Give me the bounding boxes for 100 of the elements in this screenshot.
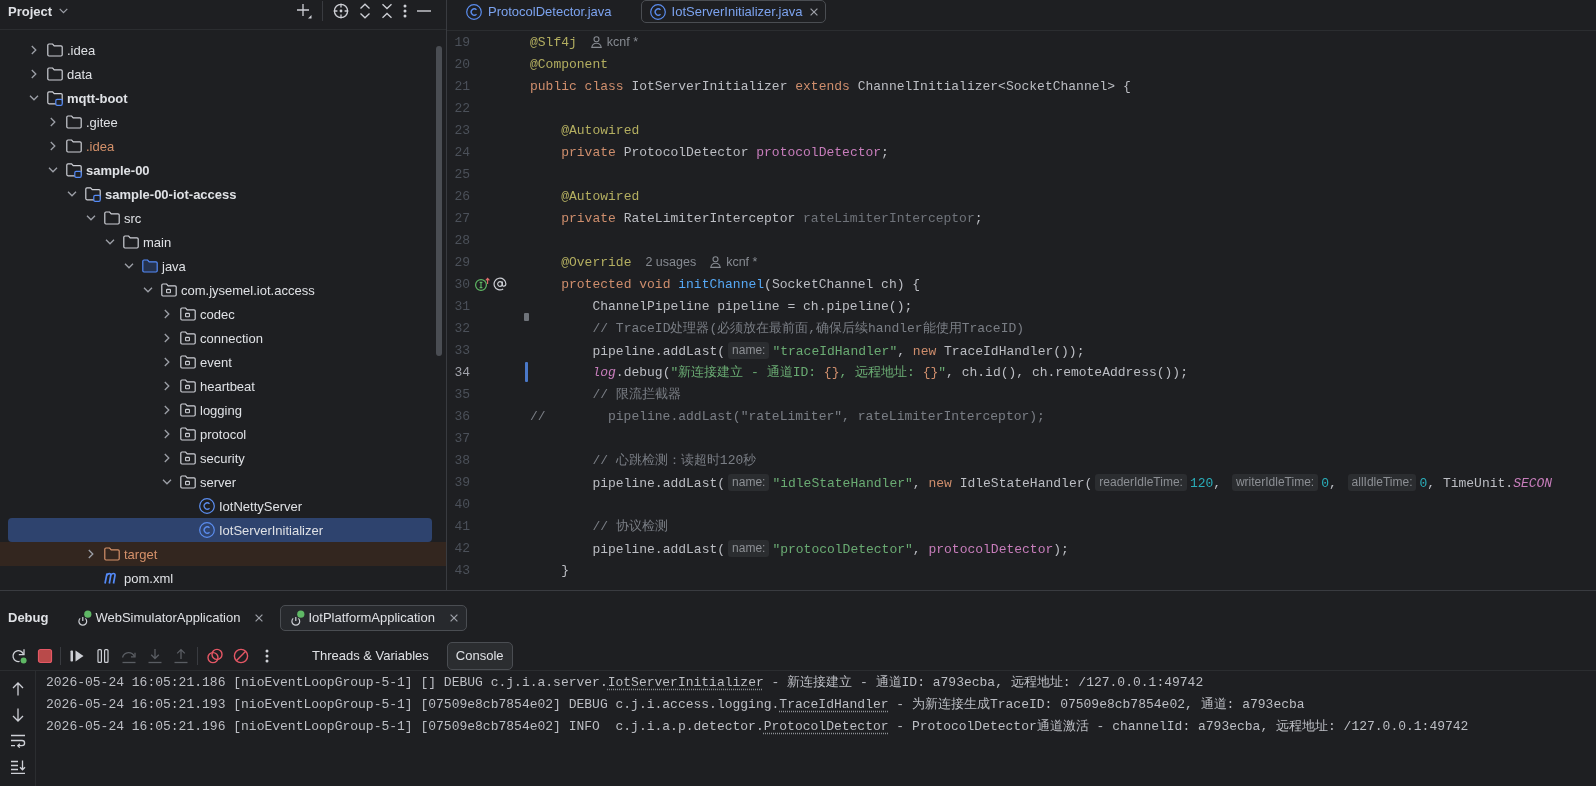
pause-icon[interactable] [95, 647, 111, 664]
close-icon[interactable] [449, 613, 458, 622]
chevron-down-icon[interactable] [105, 239, 115, 245]
chevron-right-icon[interactable] [164, 357, 170, 367]
chevron-down-icon[interactable] [86, 215, 96, 221]
console-line: 2026-05-24 16:05:21.196 [nioEventLoopGroup-5-1] [07509e8cb7854e02] INFO c.j.i.a.p.detector.ProtocolDetector - ProtocolDetector通道激活 - channelId: a793ecba, 远程地址: /127.0.0.1:49742 [46, 718, 1469, 736]
chevron-right-icon[interactable] [164, 429, 170, 439]
class-icon [466, 3, 482, 20]
chevron-down-icon[interactable] [48, 167, 58, 173]
chevron-right-icon[interactable] [31, 69, 37, 79]
folder-icon [66, 139, 82, 153]
author-hint[interactable]: kcnf * [606, 35, 639, 49]
tree-item[interactable]: security [0, 446, 446, 470]
add-icon[interactable] [296, 3, 312, 19]
view-tab[interactable]: Threads & Variables [303, 641, 438, 670]
chevron-right-icon[interactable] [164, 405, 170, 415]
code-line: pipeline.addLast( name: "protocolDetector", protocolDetector); [592, 539, 1069, 557]
chevron-right-icon[interactable] [31, 45, 37, 55]
folder-icon [47, 67, 63, 81]
chevron-down-icon[interactable] [29, 95, 39, 101]
person-icon [710, 256, 722, 268]
tree-item[interactable]: .gitee [0, 110, 446, 134]
implements-marker-icon[interactable] [475, 277, 490, 291]
class-link[interactable]: IotServerInitializer [607, 675, 764, 690]
code-line: @Slf4j [530, 34, 577, 50]
chevron-right-icon[interactable] [164, 309, 170, 319]
chevron-down-icon[interactable] [143, 287, 153, 293]
tree-item[interactable]: pom.xml [0, 566, 446, 590]
tree-item[interactable]: .idea [0, 134, 446, 158]
close-icon[interactable] [255, 613, 264, 622]
tree-item[interactable]: event [0, 350, 446, 374]
run-config-icon [289, 609, 306, 626]
tree-item[interactable]: data [0, 62, 446, 86]
editor-tab[interactable]: ProtocolDetector.java [457, 0, 621, 23]
tree-item[interactable]: sample-00-iot-access [0, 182, 446, 206]
at-sign-icon[interactable] [493, 277, 507, 291]
tree-item[interactable]: codec [0, 302, 446, 326]
project-view-dropdown[interactable]: Project [8, 2, 69, 20]
code-line: // pipeline.addLast("rateLimiter", rateLimiterInterceptor); [530, 408, 1045, 424]
tree-item[interactable]: IotNettyServer [0, 494, 446, 518]
view-tab[interactable]: Console [446, 641, 513, 670]
class-link[interactable]: ProtocolDetector [763, 719, 889, 734]
class-link[interactable]: TraceIdHandler [779, 697, 889, 712]
class-icon [649, 3, 666, 20]
person-icon [590, 36, 602, 48]
more-icon[interactable] [403, 4, 407, 18]
chevron-down-icon[interactable] [162, 479, 172, 485]
arrow-up-icon[interactable] [11, 682, 24, 696]
chevron-right-icon[interactable] [164, 333, 170, 343]
author-hint[interactable]: kcnf * [726, 255, 758, 269]
console-line: 2026-05-24 16:05:21.193 [nioEventLoopGroup-5-1] [07509e8cb7854e02] DEBUG c.j.i.access.logging.TraceIdHandler - 为新连接生成TraceID: 07509e8cb7854e02, 通道: a793ecba [46, 696, 1305, 714]
chevron-down-icon [59, 8, 69, 14]
expand-all-icon[interactable] [359, 3, 371, 19]
usages-hint[interactable]: 2 usages [645, 255, 697, 269]
more-icon[interactable] [265, 648, 269, 663]
chevron-right-icon[interactable] [50, 117, 56, 127]
chevron-right-icon[interactable] [50, 141, 56, 151]
tree-item[interactable]: .idea [0, 38, 446, 62]
chevron-down-icon[interactable] [124, 263, 134, 269]
collapse-all-icon[interactable] [381, 3, 393, 19]
tree-item[interactable]: src [0, 206, 446, 230]
tree-item[interactable]: java [0, 254, 446, 278]
deleted-lines-marker[interactable] [523, 313, 529, 321]
tree-item[interactable]: main [0, 230, 446, 254]
code-line: } [561, 562, 570, 578]
tree-item[interactable]: logging [0, 398, 446, 422]
code-line: // TraceID处理器(必须放在最前面,确保后续handler能使用TraceID) [592, 320, 1025, 337]
tree-item[interactable]: connection [0, 326, 446, 350]
code-line: @Override [561, 254, 632, 270]
scrollbar-thumb[interactable] [436, 46, 442, 356]
crosshair-icon[interactable] [333, 3, 349, 19]
soft-wrap-icon[interactable] [9, 734, 26, 748]
rerun-icon[interactable] [11, 647, 27, 664]
chevron-down-icon[interactable] [67, 191, 77, 197]
tree-item[interactable]: mqtt-boot [0, 86, 446, 110]
change-marker[interactable] [524, 362, 528, 382]
run-tab[interactable]: IotPlatformApplication [280, 604, 467, 631]
tree-item[interactable]: heartbeat [0, 374, 446, 398]
code-line: protected void initChannel(SocketChannel ch) { [561, 276, 921, 292]
tree-item[interactable]: IotServerInitializer [8, 518, 432, 542]
editor-tab[interactable]: IotServerInitializer.java [640, 0, 827, 23]
tree-item[interactable]: com.jysemel.iot.access [0, 278, 446, 302]
chevron-right-icon[interactable] [164, 381, 170, 391]
mute-breakpoints-icon[interactable] [233, 647, 249, 664]
close-icon[interactable] [810, 7, 819, 16]
tree-item[interactable]: server [0, 470, 446, 494]
console-line: 2026-05-24 16:05:21.186 [nioEventLoopGroup-5-1] [] DEBUG c.j.i.a.server.IotServerInitializer - 新连接建立 - 通道ID: a793ecba, 远程地址: /127.0.0.1:49742 [46, 674, 1204, 692]
stop-icon[interactable] [37, 647, 53, 664]
tree-item[interactable]: target [0, 542, 446, 566]
run-tab[interactable]: WebSimulatorApplication [67, 604, 273, 631]
chevron-right-icon[interactable] [164, 453, 170, 463]
breakpoints-icon[interactable] [207, 647, 223, 664]
tree-item[interactable]: protocol [0, 422, 446, 446]
arrow-down-icon[interactable] [11, 708, 24, 722]
class-icon [199, 498, 215, 514]
module-folder-icon [85, 186, 101, 202]
scroll-to-end-icon[interactable] [9, 760, 26, 774]
parameter-hint: allIdleTime: [1347, 473, 1417, 491]
chevron-right-icon[interactable] [88, 549, 94, 559]
tree-item[interactable]: sample-00 [0, 158, 446, 182]
